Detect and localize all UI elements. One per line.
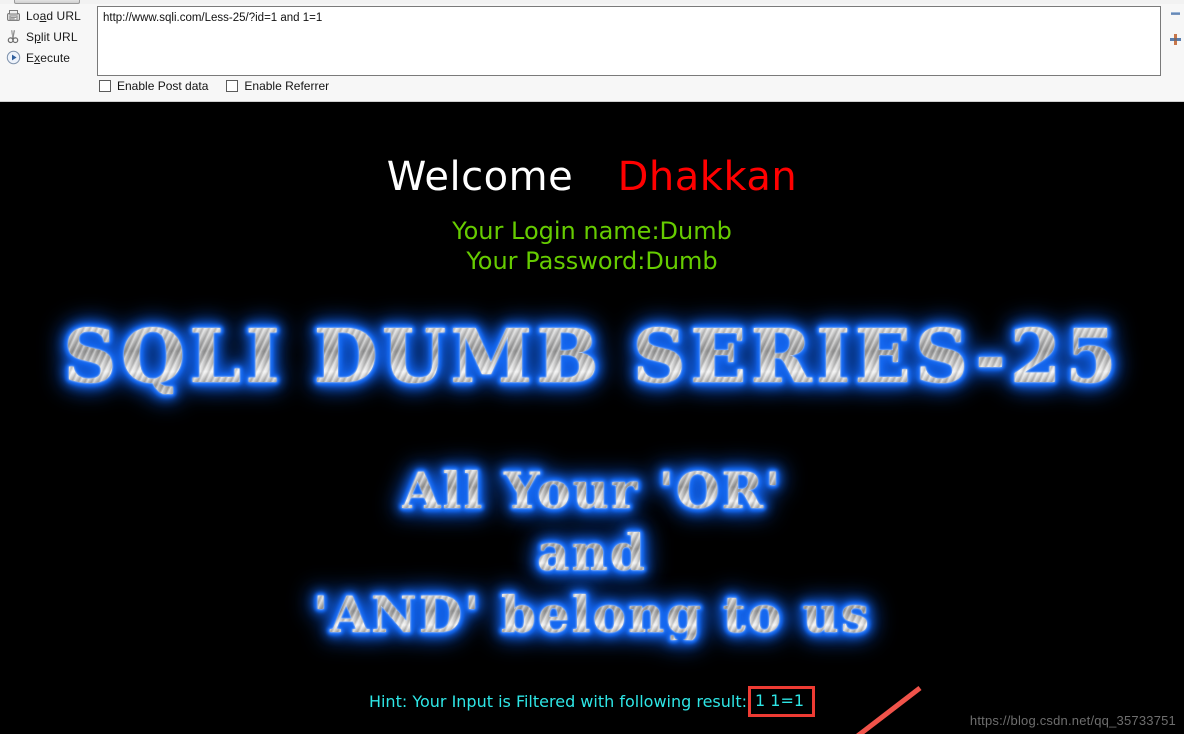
scissors-icon: [4, 28, 22, 46]
url-input[interactable]: http://www.sqli.com/Less-25/?id=1 and 1=…: [97, 6, 1161, 76]
url-input-value: http://www.sqli.com/Less-25/?id=1 and 1=…: [103, 12, 323, 24]
watermark-url: https://blog.csdn.net/qq_35733751: [969, 713, 1176, 728]
execute-action[interactable]: Execute: [0, 47, 92, 68]
page-content: Welcome Dhakkan Your Login name:Dumb You…: [0, 102, 1184, 734]
sqli-series-title-text: SQLI DUMB SERIES-25: [63, 314, 1121, 400]
welcome-username: Dhakkan: [617, 154, 798, 200]
browser-toolbar: Load URL Split URL Execute http://www.sq…: [0, 0, 1184, 102]
toolbar-actions: Load URL Split URL Execute: [0, 5, 92, 68]
zoom-in-button[interactable]: [1168, 32, 1182, 46]
hint-result-box: 1 1=1: [748, 686, 816, 717]
play-circle-icon: [4, 49, 22, 67]
enable-referrer-checkbox[interactable]: Enable Referrer: [226, 79, 329, 93]
password-line: Your Password:Dumb: [466, 247, 718, 275]
enable-post-data-label: Enable Post data: [117, 79, 209, 93]
tagline-line-3-text: 'AND' belong to us: [312, 585, 872, 644]
sqli-series-title: SQLI DUMB SERIES-25: [0, 320, 1184, 394]
tagline-line-2: and: [0, 528, 1184, 578]
enable-post-data-checkbox[interactable]: Enable Post data: [99, 79, 208, 93]
welcome-heading: Welcome Dhakkan: [0, 154, 1184, 200]
hint-label: Hint: Your Input is Filtered with follow…: [368, 692, 748, 711]
tagline-line-1-text: All Your 'OR': [401, 461, 783, 520]
execute-label: Execute: [26, 50, 71, 65]
checkbox-box: [226, 80, 239, 92]
split-url-action[interactable]: Split URL: [0, 26, 92, 47]
enable-referrer-label: Enable Referrer: [244, 79, 330, 93]
load-url-action[interactable]: Load URL: [0, 5, 92, 26]
checkbox-box: [99, 80, 111, 92]
window-tab-nub: [14, 0, 80, 4]
options-row: Enable Post data Enable Referrer: [99, 79, 329, 93]
welcome-word: Welcome: [386, 154, 574, 200]
load-url-icon: [4, 7, 22, 25]
tagline-line-3: 'AND' belong to us: [0, 590, 1184, 640]
window-top-strip: [0, 0, 1184, 4]
tagline-line-2-text: and: [537, 523, 647, 582]
zoom-out-button[interactable]: [1168, 6, 1182, 20]
load-url-label: Load URL: [26, 8, 81, 23]
zoom-controls: [1168, 6, 1184, 58]
login-name-line: Your Login name:Dumb: [452, 217, 732, 245]
split-url-label: Split URL: [26, 29, 78, 44]
tagline-line-1: All Your 'OR': [0, 466, 1184, 516]
